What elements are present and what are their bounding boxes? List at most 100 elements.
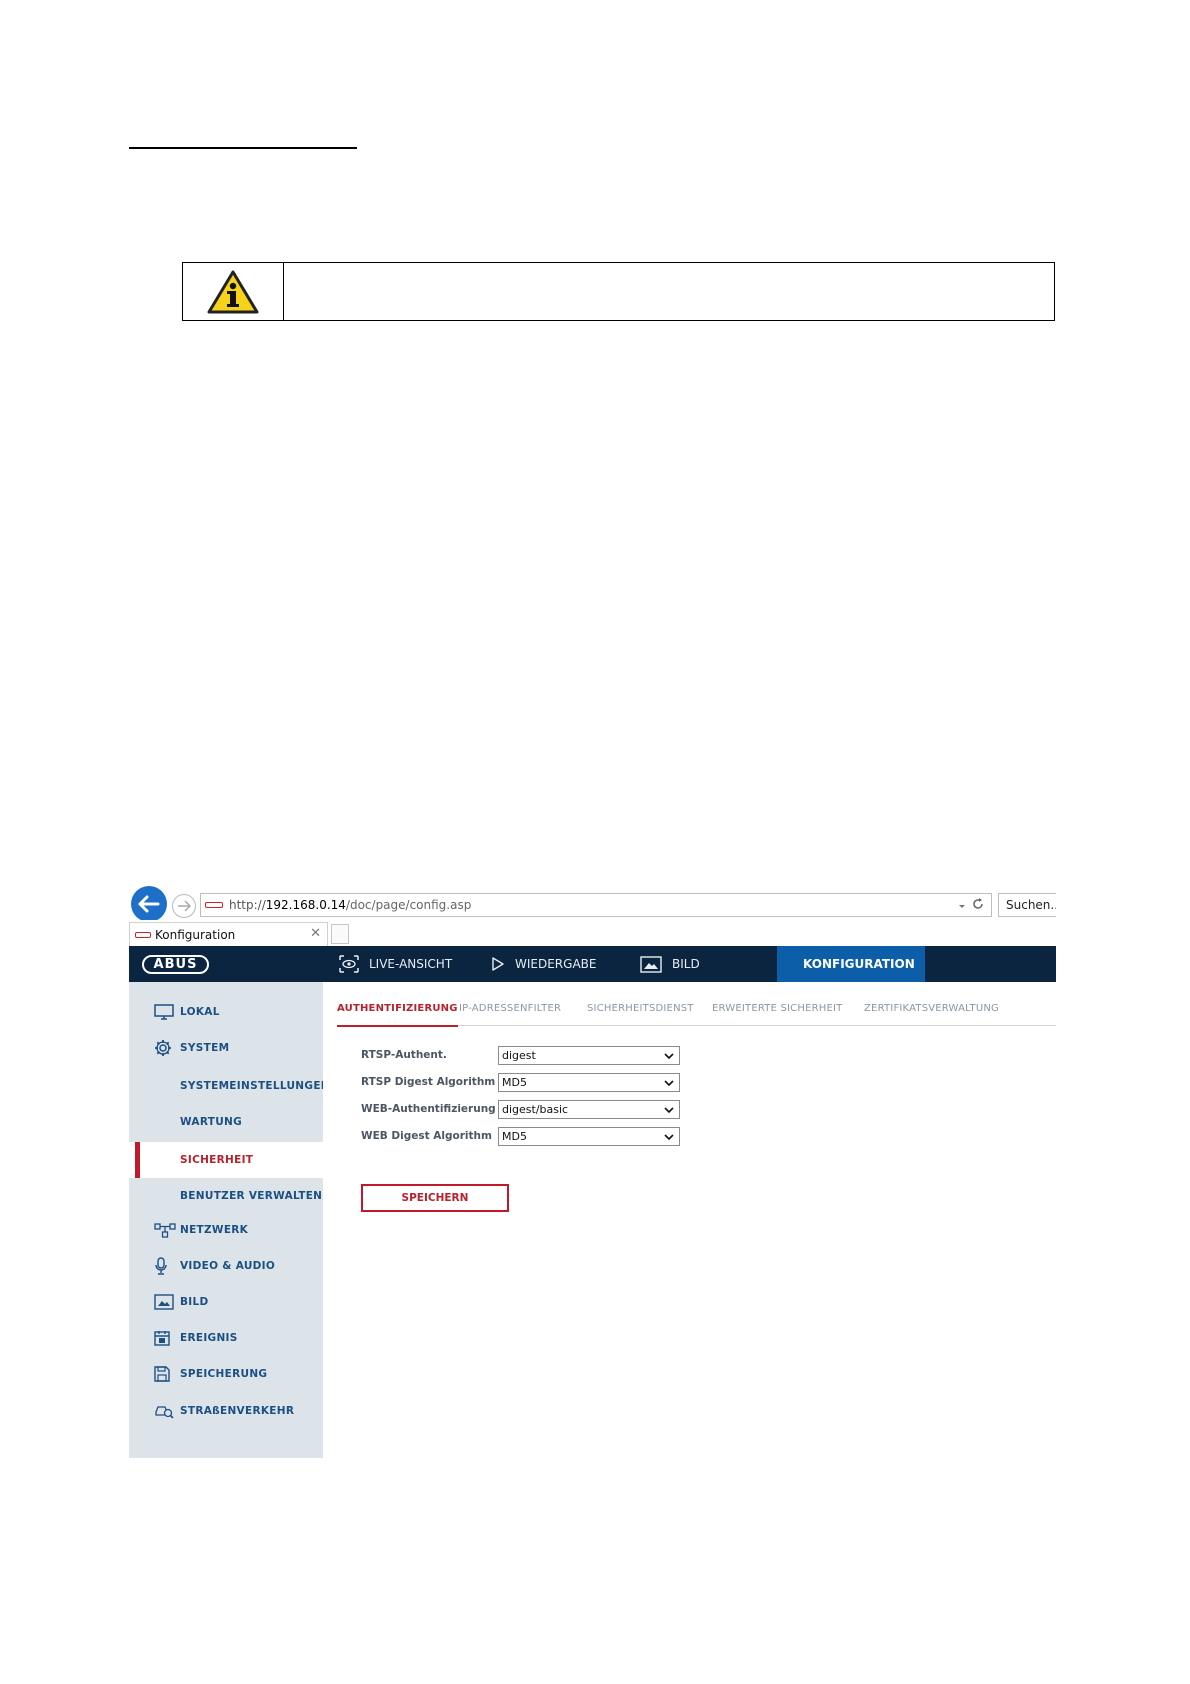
sidebar-item-label: EREIGNIS bbox=[180, 1332, 238, 1344]
nav-konfiguration[interactable]: KONFIGURATION bbox=[777, 946, 925, 982]
forward-button[interactable] bbox=[172, 894, 196, 918]
rtsp-authent-label: RTSP-Authent. bbox=[361, 1049, 447, 1061]
nav-live-ansicht-label: LIVE-ANSICHT bbox=[369, 957, 453, 971]
gear-icon bbox=[155, 1040, 171, 1056]
site-favicon-icon bbox=[205, 902, 223, 908]
form-row-web-digest: WEB Digest Algorithm MD5 bbox=[361, 1126, 691, 1146]
url-host: 192.168.0.14 bbox=[265, 898, 346, 912]
new-tab-button[interactable] bbox=[331, 924, 349, 944]
nav-wiedergabe[interactable]: WIEDERGABE bbox=[491, 946, 596, 982]
form-row-web-auth: WEB-Authentifizierung digest/basic bbox=[361, 1099, 691, 1119]
browser-address-bar: http://192.168.0.14/doc/page/config.asp … bbox=[129, 884, 1056, 922]
calendar-icon bbox=[154, 1331, 170, 1346]
info-text-cell bbox=[284, 263, 1054, 320]
sidebar-item-lokal[interactable]: LOKAL bbox=[129, 996, 323, 1028]
arrow-right-icon bbox=[178, 900, 191, 912]
dropdown-arrow-icon[interactable] bbox=[957, 901, 967, 911]
nav-bild[interactable]: BILD bbox=[640, 946, 700, 982]
rtsp-digest-label: RTSP Digest Algorithm bbox=[361, 1076, 496, 1088]
sidebar-item-system[interactable]: SYSTEM bbox=[129, 1032, 323, 1064]
chevron-down-icon bbox=[664, 1052, 674, 1059]
nav-konfiguration-label: KONFIGURATION bbox=[803, 957, 915, 971]
abus-logo: ABUS bbox=[142, 955, 209, 974]
image-icon bbox=[154, 1294, 174, 1310]
web-digest-select[interactable]: MD5 bbox=[498, 1126, 680, 1146]
arrow-left-icon bbox=[138, 895, 160, 913]
tab-zertifikatsverwaltung[interactable]: ZERTIFIKATSVERWALTUNG bbox=[864, 1003, 999, 1014]
url-path: /doc/page/config.asp bbox=[345, 898, 472, 912]
chevron-down-icon bbox=[664, 1079, 674, 1086]
floppy-disk-icon bbox=[154, 1366, 170, 1382]
rtsp-digest-value: MD5 bbox=[502, 1075, 527, 1089]
web-auth-label: WEB-Authentifizierung bbox=[361, 1103, 496, 1115]
sidebar-item-label: STRAßENVERKEHR bbox=[180, 1405, 295, 1417]
sidebar-item-label: WARTUNG bbox=[180, 1116, 243, 1128]
rtsp-authent-select[interactable]: digest bbox=[498, 1045, 680, 1065]
main-navigation: ABUS LIVE-ANSICHT WIEDERGABE BILD KONFIG… bbox=[129, 946, 1056, 982]
url-tools bbox=[957, 897, 985, 914]
sidebar-item-speicherung[interactable]: SPEICHERUNG bbox=[129, 1358, 323, 1390]
tab-ip-adressenfilter[interactable]: IP-ADRESSENFILTER bbox=[459, 1003, 561, 1014]
web-digest-value: MD5 bbox=[502, 1129, 527, 1143]
camera-config-screenshot: http://192.168.0.14/doc/page/config.asp … bbox=[129, 884, 1056, 1458]
form-row-rtsp-authent: RTSP-Authent. digest bbox=[361, 1045, 691, 1065]
car-search-icon bbox=[155, 1406, 174, 1419]
warning-info-icon bbox=[207, 270, 259, 313]
nav-live-ansicht[interactable]: LIVE-ANSICHT bbox=[339, 946, 452, 982]
sidebar-item-label: SYSTEMEINSTELLUNGEN bbox=[180, 1080, 330, 1092]
close-icon[interactable]: ✕ bbox=[310, 926, 321, 941]
chevron-down-icon bbox=[664, 1106, 674, 1113]
sidebar-item-ereignis[interactable]: EREIGNIS bbox=[129, 1322, 323, 1354]
nav-wiedergabe-label: WIEDERGABE bbox=[515, 957, 597, 971]
sidebar-item-benutzer-verwalten[interactable]: BENUTZER VERWALTEN bbox=[129, 1180, 323, 1212]
save-button[interactable]: SPEICHERN bbox=[361, 1184, 509, 1212]
nav-bild-label: BILD bbox=[672, 957, 700, 971]
web-auth-select[interactable]: digest/basic bbox=[498, 1099, 680, 1119]
web-auth-value: digest/basic bbox=[502, 1102, 569, 1116]
sidebar-item-label: SPEICHERUNG bbox=[180, 1368, 268, 1380]
url-prefix: http:// bbox=[229, 898, 266, 912]
sidebar-item-label: NETZWERK bbox=[180, 1224, 249, 1236]
network-icon bbox=[154, 1223, 176, 1238]
sidebar-item-label: BENUTZER VERWALTEN bbox=[180, 1190, 323, 1202]
sidebar-item-bild[interactable]: BILD bbox=[129, 1286, 323, 1318]
sidebar-item-label: LOKAL bbox=[180, 1006, 220, 1018]
chevron-down-icon bbox=[664, 1133, 674, 1140]
security-subtabs: AUTHENTIFIZIERUNG IP-ADRESSENFILTER SICH… bbox=[337, 982, 1056, 1027]
sidebar-item-label: BILD bbox=[180, 1296, 209, 1308]
tab-erweiterte-sicherheit[interactable]: ERWEITERTE SICHERHEIT bbox=[712, 1003, 842, 1014]
heading-underline bbox=[129, 147, 357, 149]
config-content: AUTHENTIFIZIERUNG IP-ADRESSENFILTER SICH… bbox=[323, 982, 1056, 1458]
browser-tab-strip: Konfiguration ✕ bbox=[129, 920, 1056, 946]
sidebar-item-label: SICHERHEIT bbox=[180, 1154, 254, 1166]
tab-title: Konfiguration bbox=[155, 927, 236, 942]
refresh-icon[interactable] bbox=[971, 897, 985, 911]
sidebar-item-label: SYSTEM bbox=[180, 1042, 230, 1054]
rtsp-authent-value: digest bbox=[502, 1048, 536, 1062]
tab-authentifizierung[interactable]: AUTHENTIFIZIERUNG bbox=[337, 1003, 458, 1027]
browser-tab[interactable]: Konfiguration ✕ bbox=[129, 922, 328, 946]
eye-icon bbox=[339, 955, 359, 973]
sidebar-item-netzwerk[interactable]: NETZWERK bbox=[129, 1214, 323, 1246]
info-note-box bbox=[182, 262, 1055, 321]
tab-sicherheitsdienst[interactable]: SICHERHEITSDIENST bbox=[587, 1003, 694, 1014]
monitor-icon bbox=[154, 1004, 174, 1020]
sidebar-item-strassenverkehr[interactable]: STRAßENVERKEHR bbox=[129, 1395, 323, 1427]
tab-favicon-icon bbox=[135, 931, 151, 938]
back-button[interactable] bbox=[131, 886, 167, 922]
browser-search-input[interactable]: Suchen... bbox=[998, 893, 1056, 917]
info-icon-cell bbox=[183, 263, 284, 320]
sidebar-item-sicherheit[interactable]: SICHERHEIT bbox=[129, 1142, 323, 1178]
web-digest-label: WEB Digest Algorithm bbox=[361, 1130, 492, 1142]
sidebar-item-video-audio[interactable]: VIDEO & AUDIO bbox=[129, 1250, 323, 1282]
sidebar-item-systemeinstellungen[interactable]: SYSTEMEINSTELLUNGEN bbox=[129, 1070, 330, 1102]
form-row-rtsp-digest: RTSP Digest Algorithm MD5 bbox=[361, 1072, 691, 1092]
sidebar-item-wartung[interactable]: WARTUNG bbox=[129, 1106, 323, 1138]
rtsp-digest-select[interactable]: MD5 bbox=[498, 1072, 680, 1092]
image-icon bbox=[640, 955, 662, 973]
sidebar-item-label: VIDEO & AUDIO bbox=[180, 1260, 276, 1272]
play-icon bbox=[492, 957, 504, 971]
microphone-icon bbox=[155, 1257, 167, 1275]
config-sidebar: LOKAL SYSTEM SYSTEMEINSTELLUNGEN WARTUNG… bbox=[129, 982, 330, 1458]
url-input[interactable]: http://192.168.0.14/doc/page/config.asp bbox=[200, 893, 992, 917]
